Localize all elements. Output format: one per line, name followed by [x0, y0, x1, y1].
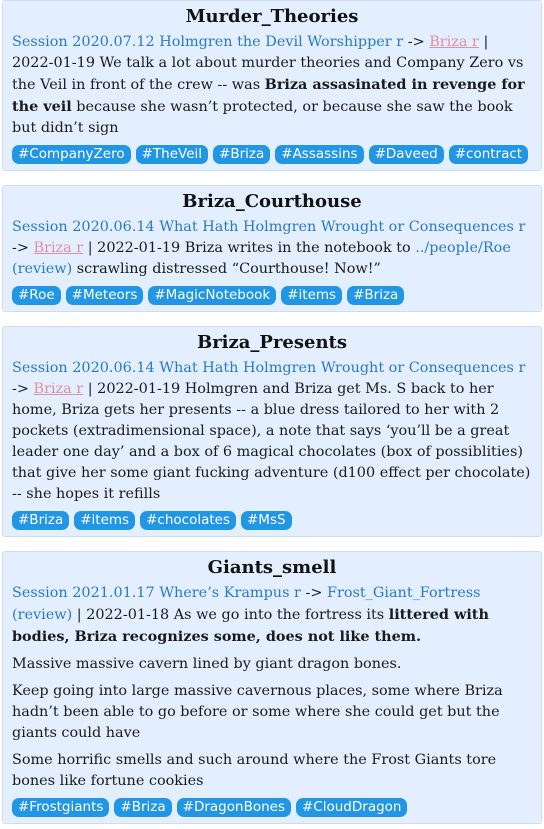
card-briza-presents: Briza_Presents Session 2020.06.14 What H… — [2, 326, 542, 537]
tag[interactable]: #chocolates — [140, 511, 236, 530]
card-body: Session 2020.06.14 What Hath Holmgren Wr… — [12, 358, 532, 505]
tag-list: #CompanyZero #TheVeil #Briza #Assassins … — [12, 145, 532, 164]
card-body: Session 2020.07.12 Holmgren the Devil Wo… — [12, 32, 532, 139]
card-title: Briza_Presents — [196, 332, 347, 353]
card-title: Giants_smell — [207, 557, 337, 578]
card-title: Briza_Courthouse — [182, 191, 362, 212]
separator: | — [83, 240, 98, 256]
tag[interactable]: #Briza — [347, 286, 405, 305]
body-paragraph: Keep going into large massive cavernous … — [12, 683, 503, 741]
arrow-text: -> — [12, 240, 34, 256]
tag-list: #Roe #Meteors #MagicNotebook #items #Bri… — [12, 286, 532, 305]
session-link[interactable]: Session 2020.06.14 What Hath Holmgren Wr… — [12, 360, 525, 376]
page-content: Murder_Theories Session 2020.07.12 Holmg… — [0, 0, 544, 824]
date-text: 2022-01-19 — [97, 240, 181, 256]
card-giants-smell: Giants_smell Session 2021.01.17 Where’s … — [2, 551, 542, 824]
tag[interactable]: #Briza — [213, 145, 271, 164]
tag[interactable]: #items — [281, 286, 343, 305]
arrow-text: -> — [12, 381, 34, 397]
separator: | — [478, 34, 489, 50]
session-link[interactable]: Session 2020.06.14 What Hath Holmgren Wr… — [12, 219, 525, 235]
people-link[interactable]: Briza r — [429, 34, 479, 50]
arrow-text: -> — [403, 34, 430, 50]
card-murder-theories: Murder_Theories Session 2020.07.12 Holmg… — [2, 0, 542, 171]
separator: | — [83, 381, 98, 397]
date-text: 2022-01-19 — [12, 55, 95, 71]
card-body: Session 2021.01.17 Where’s Krampus r -> … — [12, 583, 532, 648]
body-text: As we go into the fortress its — [169, 607, 389, 623]
people-link[interactable]: Briza r — [34, 381, 84, 397]
people-link[interactable]: Briza r — [34, 240, 84, 256]
tag[interactable]: #MagicNotebook — [148, 286, 277, 305]
tag-list: #Briza #items #chocolates #MsS — [12, 511, 532, 530]
card-body: Session 2020.06.14 What Hath Holmgren Wr… — [12, 217, 532, 280]
tag-list: #Frostgiants #Briza #DragonBones #CloudD… — [12, 798, 532, 817]
tag[interactable]: #Briza — [114, 798, 172, 817]
card-briza-courthouse: Briza_Courthouse Session 2020.06.14 What… — [2, 185, 542, 312]
body-text: Briza writes in the notebook to — [180, 240, 416, 256]
tag[interactable]: #Briza — [12, 511, 70, 530]
tag[interactable]: #DragonBones — [176, 798, 291, 817]
date-text: 2022-01-19 — [97, 381, 181, 397]
session-link[interactable]: Session 2020.07.12 Holmgren the Devil Wo… — [12, 34, 403, 50]
body-paragraph: Some horrific smells and such around whe… — [12, 752, 497, 789]
arrow-text: -> — [300, 585, 327, 601]
tag[interactable]: #CloudDragon — [296, 798, 408, 817]
session-link[interactable]: Session 2021.01.17 Where’s Krampus r — [12, 585, 301, 601]
tag[interactable]: #Assassins — [275, 145, 364, 164]
tag[interactable]: #TheVeil — [135, 145, 209, 164]
tag[interactable]: #MsS — [240, 511, 292, 530]
body-text: Holmgren and Briza get Ms. S back to her… — [12, 381, 531, 502]
tag[interactable]: #contract — [448, 145, 529, 164]
tag[interactable]: #Frostgiants — [12, 798, 110, 817]
body-text: scrawling distressed “Courthouse! Now!” — [72, 261, 381, 277]
card-title: Murder_Theories — [185, 6, 359, 27]
date-text: 2022-01-18 — [86, 607, 170, 623]
separator: | — [72, 607, 87, 623]
tag[interactable]: #CompanyZero — [12, 145, 131, 164]
tag[interactable]: #Daveed — [368, 145, 444, 164]
tag[interactable]: #Roe — [12, 286, 61, 305]
body-paragraph: Massive massive cavern lined by giant dr… — [12, 656, 402, 672]
tag[interactable]: #items — [74, 511, 136, 530]
tag[interactable]: #Meteors — [65, 286, 144, 305]
body-text: because she wasn’t protected, or because… — [12, 99, 513, 136]
